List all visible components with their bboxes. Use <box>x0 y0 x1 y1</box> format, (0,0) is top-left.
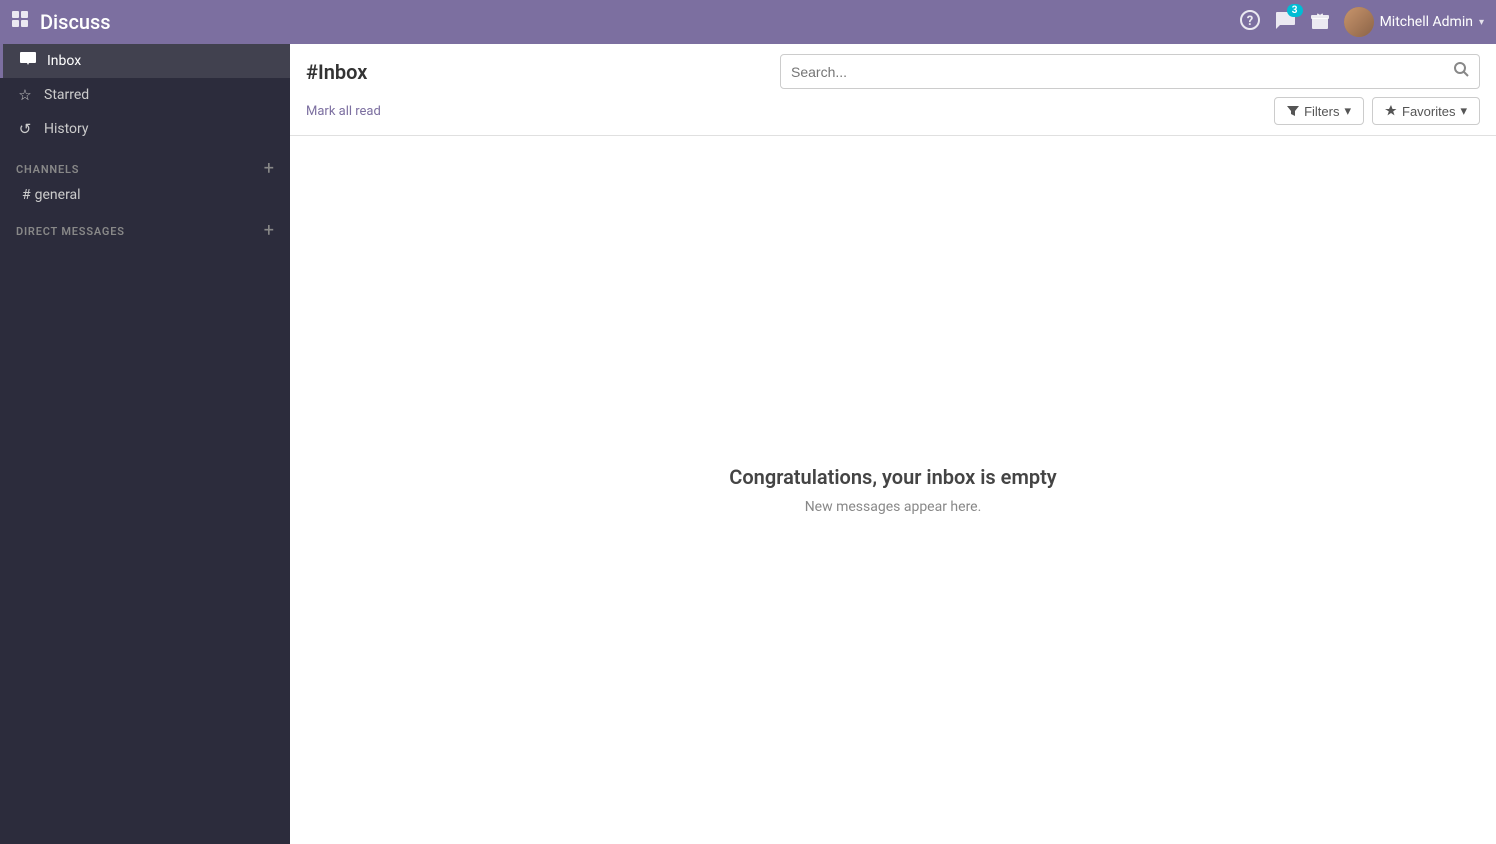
user-menu[interactable]: Mitchell Admin ▾ <box>1344 7 1484 37</box>
filters-caret: ▾ <box>1344 103 1351 119</box>
content-area: #Inbox Mark all read Filte <box>290 44 1496 844</box>
messages-badge: 3 <box>1287 4 1303 17</box>
svg-text:?: ? <box>1246 14 1252 29</box>
sidebar: Inbox ☆ Starred ↺ History CHANNELS + # g… <box>0 44 290 844</box>
inbox-label: Inbox <box>47 53 81 69</box>
filters-button[interactable]: Filters ▾ <box>1274 97 1364 125</box>
inbox-icon <box>19 52 37 70</box>
grid-icon[interactable] <box>12 11 30 34</box>
sidebar-channel-general[interactable]: # general <box>0 182 290 208</box>
direct-messages-section-label: DIRECT MESSAGES <box>16 225 125 238</box>
channel-general-label: general <box>35 187 81 203</box>
favorites-button[interactable]: Favorites ▾ <box>1372 97 1480 125</box>
starred-label: Starred <box>44 87 89 103</box>
app-title: Discuss <box>40 10 1240 34</box>
history-icon: ↺ <box>16 120 34 138</box>
channels-section-header: CHANNELS + <box>0 146 290 182</box>
starred-icon: ☆ <box>16 86 34 104</box>
user-name: Mitchell Admin <box>1380 14 1473 30</box>
sidebar-item-history[interactable]: ↺ History <box>0 112 290 146</box>
content-header-bottom: Mark all read Filters ▾ Favorites ▾ <box>306 97 1480 125</box>
search-button[interactable] <box>1443 55 1479 88</box>
empty-state-subtitle: New messages appear here. <box>805 499 982 515</box>
gift-icon[interactable] <box>1310 10 1330 35</box>
sidebar-item-starred[interactable]: ☆ Starred <box>0 78 290 112</box>
channel-hash-icon: # <box>22 187 31 203</box>
favorites-label: Favorites <box>1402 104 1455 119</box>
channels-section-label: CHANNELS <box>16 163 79 176</box>
avatar-image <box>1344 7 1374 37</box>
filter-group: Filters ▾ Favorites ▾ <box>1274 97 1480 125</box>
navbar: Discuss ? 3 Mitchell Ad <box>0 0 1496 44</box>
add-dm-button[interactable]: + <box>264 222 274 240</box>
direct-messages-section-header: DIRECT MESSAGES + <box>0 208 290 244</box>
add-channel-button[interactable]: + <box>264 160 274 178</box>
mark-all-read-button[interactable]: Mark all read <box>306 104 381 119</box>
filters-label: Filters <box>1304 104 1339 119</box>
navbar-actions: ? 3 Mitchell Admin ▾ <box>1240 7 1484 37</box>
history-label: History <box>44 121 89 137</box>
content-title: #Inbox <box>306 60 367 84</box>
empty-state: Congratulations, your inbox is empty New… <box>290 136 1496 844</box>
search-container <box>780 54 1480 89</box>
content-header: #Inbox Mark all read Filte <box>290 44 1496 136</box>
search-input[interactable] <box>781 58 1443 86</box>
main-layout: Inbox ☆ Starred ↺ History CHANNELS + # g… <box>0 44 1496 844</box>
empty-state-title: Congratulations, your inbox is empty <box>729 465 1056 489</box>
sidebar-item-inbox[interactable]: Inbox <box>0 44 290 78</box>
favorites-caret: ▾ <box>1460 103 1467 119</box>
user-caret: ▾ <box>1479 17 1484 28</box>
avatar <box>1344 7 1374 37</box>
content-header-top: #Inbox <box>306 54 1480 89</box>
messages-icon[interactable]: 3 <box>1274 10 1296 35</box>
help-icon[interactable]: ? <box>1240 10 1260 35</box>
